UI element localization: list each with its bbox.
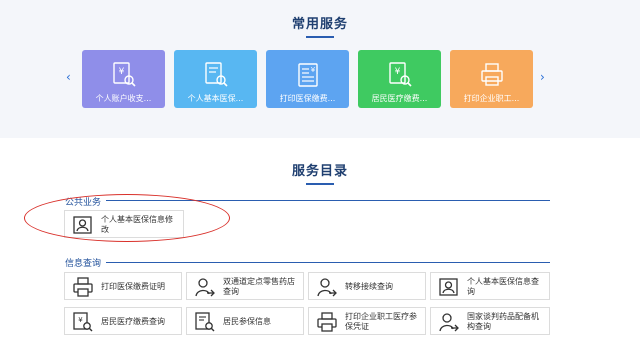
service-tile-label: 个人基本医保信息查询 (467, 277, 539, 296)
service-card[interactable]: 个人基本医保... (174, 50, 257, 108)
svg-text:¥: ¥ (119, 67, 125, 77)
service-card[interactable]: ¥ 个人账户收支... (82, 50, 165, 108)
service-tile[interactable]: 国家谈判药品配备机构查询 (430, 307, 550, 335)
service-tile-label: 双通道定点零售药店查询 (223, 277, 295, 296)
service-card-label: 个人账户收支... (95, 94, 152, 103)
service-tile[interactable]: 双通道定点零售药店查询 (186, 272, 304, 300)
service-tile[interactable]: 打印医保缴费证明 (64, 272, 182, 300)
service-tile[interactable]: 打印企业职工医疗参保凭证 (308, 307, 426, 335)
service-card-label: 居民医疗缴费... (371, 94, 428, 103)
person-arrow-icon (317, 278, 337, 297)
service-tile[interactable]: ¥ 居民医疗缴费查询 (64, 307, 182, 335)
payment-document-icon: ¥ (298, 63, 318, 87)
service-card-label: 打印企业职工... (463, 94, 520, 103)
common-services-title: 常用服务 (0, 13, 640, 38)
service-tile-label: 打印医保缴费证明 (101, 282, 165, 291)
category-info-query: 信息查询 (65, 259, 102, 269)
document-search-icon (205, 62, 228, 87)
service-card-label: 打印医保缴费... (279, 94, 336, 103)
document-search-icon (195, 312, 215, 332)
category-divider (106, 262, 550, 263)
payment-search-icon: ¥ (389, 62, 412, 87)
service-catalog-title: 服务目录 (0, 160, 640, 185)
person-card-icon (439, 278, 458, 296)
service-tile[interactable]: 居民参保信息 (186, 307, 304, 335)
service-tile-label: 居民医疗缴费查询 (101, 317, 165, 326)
svg-text:¥: ¥ (78, 316, 83, 324)
carousel-prev-arrow[interactable]: ‹ (66, 71, 71, 83)
svg-text:¥: ¥ (395, 67, 401, 77)
service-tile-label: 打印企业职工医疗参保凭证 (345, 312, 417, 331)
service-tile-label: 国家谈判药品配备机构查询 (467, 312, 539, 331)
person-arrow-icon (439, 313, 459, 332)
receipt-search-icon: ¥ (73, 312, 93, 332)
receipt-search-icon: ¥ (113, 62, 136, 87)
service-tile[interactable]: 个人基本医保信息查询 (430, 272, 550, 300)
printer-icon (73, 277, 93, 297)
highlight-annotation-circle (24, 194, 230, 242)
service-card-label: 个人基本医保... (187, 94, 244, 103)
service-card[interactable]: 打印企业职工... (450, 50, 533, 108)
service-card[interactable]: ¥ 居民医疗缴费... (358, 50, 441, 108)
service-tile-label: 转移接续查询 (345, 282, 393, 291)
title-underline (306, 183, 334, 185)
svg-text:¥: ¥ (311, 66, 316, 74)
printer-icon (317, 312, 337, 332)
service-tile-label: 居民参保信息 (223, 317, 271, 326)
service-card[interactable]: ¥ 打印医保缴费... (266, 50, 349, 108)
person-arrow-icon (195, 278, 215, 297)
printer-icon (481, 63, 503, 86)
carousel-next-arrow[interactable]: › (540, 71, 545, 83)
title-underline (306, 36, 334, 38)
service-tile[interactable]: 转移接续查询 (308, 272, 426, 300)
